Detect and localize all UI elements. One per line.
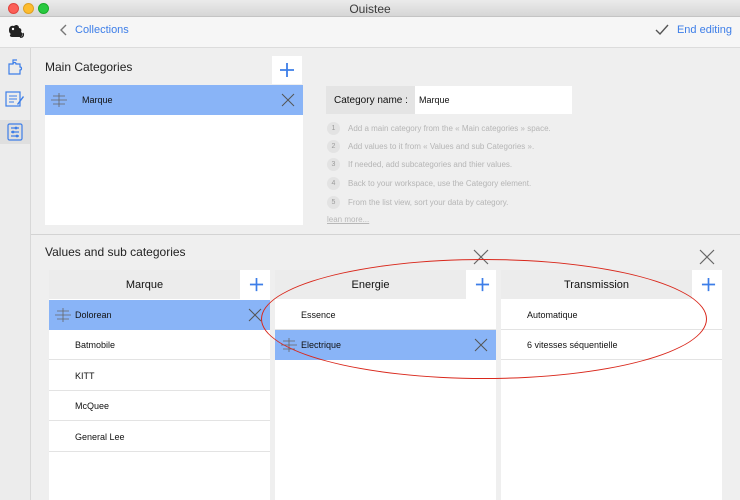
plus-icon (475, 277, 489, 292)
puzzle-icon (8, 59, 23, 75)
delete-column-button[interactable] (697, 247, 717, 267)
delete-x-icon[interactable] (281, 93, 295, 107)
main-categories-list: Marque (45, 85, 303, 225)
category-name-label: Category name : (334, 95, 408, 106)
monkey-logo-icon (9, 24, 25, 38)
list-item[interactable]: General Lee (49, 422, 270, 452)
sidebar-item-categories[interactable] (0, 120, 30, 144)
plus-icon (249, 277, 263, 292)
section-divider (31, 234, 740, 235)
help-step: 5 From the list view, sort your data by … (327, 196, 508, 209)
back-to-collections-button[interactable]: Collections (60, 24, 129, 36)
help-step: 2 Add values to it from « Values and sub… (327, 140, 534, 153)
list-item[interactable]: Essence (275, 300, 496, 330)
values-column: Energie Essence Electrique (275, 270, 496, 500)
add-value-button[interactable] (468, 270, 496, 299)
help-step: 3 If needed, add subcategories and thier… (327, 158, 512, 171)
end-editing-button[interactable]: End editing (655, 24, 732, 36)
edit-list-icon (5, 91, 24, 107)
column-header: Transmission (501, 270, 692, 299)
drag-handle-icon[interactable] (55, 308, 71, 322)
list-item[interactable]: Electrique (275, 330, 496, 360)
list-item-label: Marque (82, 95, 113, 105)
sidebar (0, 48, 31, 500)
list-item-label: Dolorean (75, 310, 112, 320)
close-icon (473, 249, 489, 265)
drag-handle-icon[interactable] (51, 93, 67, 107)
sidebar-item-puzzle[interactable] (3, 55, 27, 79)
list-item[interactable]: KITT (49, 361, 270, 391)
delete-column-button[interactable] (471, 247, 491, 267)
help-step: 4 Back to your workspace, use the Catego… (327, 177, 531, 190)
drag-handle-icon[interactable] (281, 338, 297, 352)
title-bar: Ouistee (0, 0, 740, 17)
column-header: Marque (49, 270, 240, 299)
list-item-label: Automatique (527, 309, 578, 320)
delete-x-icon[interactable] (248, 308, 262, 322)
add-value-button[interactable] (694, 270, 722, 299)
step-number: 2 (327, 140, 340, 153)
list-item-label: Essence (301, 309, 336, 320)
help-step: 1 Add a main category from the « Main ca… (327, 122, 551, 135)
step-text: Back to your workspace, use the Category… (348, 179, 532, 188)
step-number: 4 (327, 177, 340, 190)
learn-more-link[interactable]: lean more... (327, 215, 369, 224)
back-label: Collections (75, 24, 129, 36)
step-text: Add a main category from the « Main cate… (348, 124, 551, 133)
sidebar-item-edit-list[interactable] (3, 87, 27, 111)
list-item[interactable]: 6 vitesses séquentielle (501, 330, 722, 360)
step-number: 3 (327, 158, 340, 171)
add-main-category-button[interactable] (272, 56, 302, 84)
end-editing-label: End editing (676, 24, 732, 36)
plus-icon (280, 63, 294, 77)
list-item-label: 6 vitesses séquentielle (527, 339, 618, 350)
plus-icon (701, 277, 715, 292)
list-item[interactable]: Marque (45, 85, 303, 115)
values-column: Marque Dolorean Batmobile KITT McQuee Ge… (49, 270, 270, 500)
list-item[interactable]: Dolorean (49, 300, 270, 330)
toolbar: Collections End editing (0, 17, 740, 48)
list-item-label: Batmobile (75, 339, 116, 350)
list-item-label: KITT (75, 370, 95, 381)
list-item-label: McQuee (75, 400, 110, 411)
list-item[interactable]: Batmobile (49, 330, 270, 360)
close-icon (699, 249, 715, 265)
add-value-button[interactable] (242, 270, 270, 299)
list-item-label: Electrique (301, 340, 342, 350)
list-item[interactable]: McQuee (49, 391, 270, 421)
delete-x-icon[interactable] (474, 338, 488, 352)
category-name-input[interactable] (415, 86, 572, 114)
window-title: Ouistee (349, 2, 391, 16)
main-categories-title: Main Categories (45, 60, 133, 74)
chevron-left-icon (60, 24, 67, 36)
list-item[interactable]: Automatique (501, 300, 722, 330)
step-text: If needed, add subcategories and thier v… (348, 160, 513, 169)
step-text: Add values to it from « Values and sub C… (348, 142, 535, 151)
category-list-icon (7, 123, 23, 141)
values-title: Values and sub categories (45, 245, 186, 259)
list-item-label: General Lee (75, 431, 125, 442)
checkmark-icon (655, 24, 669, 36)
values-column: Transmission Automatique 6 vitesses séqu… (501, 270, 722, 500)
category-name-field-group: Category name : (326, 86, 572, 114)
step-number: 5 (327, 196, 340, 209)
step-text: From the list view, sort your data by ca… (348, 198, 509, 207)
step-number: 1 (327, 122, 340, 135)
column-header: Energie (275, 270, 466, 299)
main-area: Main Categories Marque Category name : 1… (31, 48, 740, 500)
